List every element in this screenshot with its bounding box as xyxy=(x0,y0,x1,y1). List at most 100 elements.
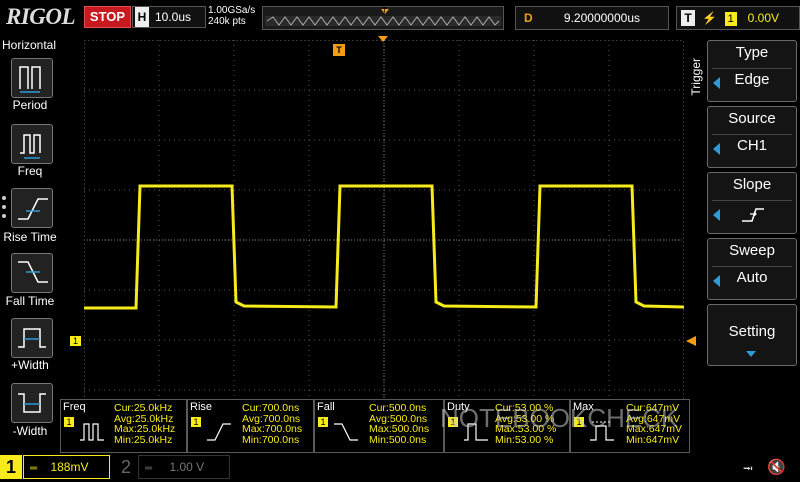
channel-1-tag[interactable]: 1 xyxy=(0,455,22,479)
memory-trigger-marker: T xyxy=(382,6,387,15)
rise-time-label: Rise Time xyxy=(3,230,57,244)
horizontal-menu-title: Horizontal xyxy=(2,38,57,52)
rising-edge-icon xyxy=(742,208,764,222)
timebase-letter: H xyxy=(135,7,149,27)
separator xyxy=(712,266,792,267)
memory-overview-strip: T xyxy=(262,6,504,30)
measurement-value: Max:25.0kHz xyxy=(114,423,176,435)
sample-rate: 1.00GSa/s xyxy=(208,5,256,16)
negative-width-button[interactable] xyxy=(11,383,53,423)
dc-coupling-icon: ═ xyxy=(145,463,153,474)
trigger-slope-label: Slope xyxy=(732,176,772,193)
brand-logo: RIGOL xyxy=(6,4,76,29)
frequency-icon xyxy=(20,134,41,159)
measurement-name: Freq xyxy=(63,401,86,413)
rise-time-icon xyxy=(18,198,48,220)
trigger-setting-label: Setting xyxy=(728,323,776,340)
trigger-type-label: Type xyxy=(735,44,769,61)
channel-2-tag[interactable]: 2 xyxy=(116,455,136,479)
run-stop-button[interactable]: STOP xyxy=(84,6,131,28)
trigger-menu-title: Trigger xyxy=(689,58,703,96)
usb-icon: ⭲ xyxy=(743,461,753,476)
frequency-button[interactable] xyxy=(11,124,53,164)
period-button[interactable] xyxy=(11,58,53,98)
trigger-indicator[interactable]: T ⚡ 1 0.00V xyxy=(676,6,800,30)
submenu-down-arrow-icon xyxy=(746,351,756,357)
measurement-fall[interactable]: Fall 1 Cur:500.0ns Avg:500.0ns Max:500.0… xyxy=(314,399,444,453)
page-indicator-dot xyxy=(2,196,6,200)
trigger-source-button[interactable]: Source CH1 xyxy=(707,106,797,168)
separator xyxy=(712,134,792,135)
measurement-value: Min:53.00 % xyxy=(495,433,554,446)
channel-1-offset-marker[interactable]: 1 xyxy=(70,336,81,346)
timebase-value: 10.0us xyxy=(155,10,192,24)
fall-time-button[interactable] xyxy=(11,253,53,293)
memory-depth: 240k pts xyxy=(208,16,246,27)
separator xyxy=(712,200,792,201)
measurement-channel-badge: 1 xyxy=(191,417,201,427)
positive-width-icon xyxy=(18,328,46,348)
graticule xyxy=(84,40,685,440)
measurement-rise[interactable]: Rise 1 Cur:700.0ns Avg:700.0ns Max:700.0… xyxy=(187,399,314,453)
positive-width-label: +Width xyxy=(11,358,49,372)
speaker-muted-icon[interactable]: 🔇 xyxy=(767,458,786,476)
rising-edge-icon: ⚡ xyxy=(702,11,718,25)
measurement-value: Max:500.0ns xyxy=(369,423,430,435)
trigger-sweep-button[interactable]: Sweep Auto xyxy=(707,238,797,300)
trigger-channel: 1 xyxy=(724,12,737,26)
fall-time-icon xyxy=(18,261,48,283)
fall-time-label: Fall Time xyxy=(5,294,55,308)
separator xyxy=(712,68,792,69)
measurement-value: Cur:500.0ns xyxy=(369,402,427,414)
waveform-display[interactable] xyxy=(84,40,685,440)
measurement-freq[interactable]: Freq 1 Cur:25.0kHz Avg:25.0kHz Max:25.0k… xyxy=(60,399,187,453)
trigger-level-marker[interactable] xyxy=(686,336,696,346)
rise-time-button[interactable] xyxy=(11,188,53,228)
delay-letter: D xyxy=(524,11,533,25)
measurement-value: Min:25.0kHz xyxy=(114,433,173,446)
negative-width-icon xyxy=(18,393,46,413)
measurement-value: Cur:700.0ns xyxy=(242,402,300,414)
negative-width-label: -Width xyxy=(12,424,48,438)
measurement-value: Max:700.0ns xyxy=(242,423,303,435)
delay-indicator[interactable]: D 9.20000000us xyxy=(515,6,669,30)
trigger-sweep-label: Sweep xyxy=(729,242,775,259)
frequency-label: Freq xyxy=(17,164,43,178)
fall-time-icon xyxy=(334,423,358,441)
positive-width-button[interactable] xyxy=(11,318,53,358)
period-label: Period xyxy=(12,98,48,112)
trigger-setting-button[interactable]: Setting xyxy=(707,304,797,366)
dc-coupling-icon: ═ xyxy=(30,463,38,474)
trigger-type-value: Edge xyxy=(734,71,770,88)
trigger-source-label: Source xyxy=(728,110,776,127)
watermark: NOTEBOOKCHECK xyxy=(440,403,679,433)
page-indicator-dot xyxy=(2,214,6,218)
channel-2-scale[interactable]: ═ 1.00 V xyxy=(138,455,230,479)
channel-1-scale-value: 188mV xyxy=(50,460,89,474)
measurement-value: Cur:25.0kHz xyxy=(114,402,173,414)
period-icon xyxy=(19,66,41,93)
measurement-name: Rise xyxy=(190,401,213,413)
acquisition-info: 1.00GSa/s 240k pts xyxy=(208,5,255,27)
trigger-slope-button[interactable]: Slope xyxy=(707,172,797,234)
channel-2-scale-value: 1.00 V xyxy=(169,460,205,474)
timebase-indicator[interactable]: H 10.0us xyxy=(132,6,206,28)
measurement-channel-badge: 1 xyxy=(64,417,74,427)
selector-arrow-icon xyxy=(713,209,720,221)
trigger-letter: T xyxy=(681,10,695,26)
measurement-name: Fall xyxy=(317,401,335,413)
measurement-value: Min:647mV xyxy=(626,433,680,446)
measurement-channel-badge: 1 xyxy=(318,417,328,427)
measurement-value: Min:700.0ns xyxy=(242,433,300,446)
trigger-sweep-value: Auto xyxy=(736,269,768,286)
rise-time-icon xyxy=(207,423,231,441)
trigger-delay-marker[interactable]: T xyxy=(333,44,345,56)
measurement-value: Min:500.0ns xyxy=(369,433,427,446)
trigger-type-button[interactable]: Type Edge xyxy=(707,40,797,102)
horizontal-trigger-position-marker[interactable] xyxy=(378,36,388,42)
channel-1-scale[interactable]: ═ 188mV xyxy=(23,455,110,479)
delay-value: 9.20000000us xyxy=(563,11,640,25)
frequency-icon xyxy=(80,423,104,441)
trigger-source-value: CH1 xyxy=(736,137,767,154)
trigger-level: 0.00V xyxy=(747,11,779,25)
